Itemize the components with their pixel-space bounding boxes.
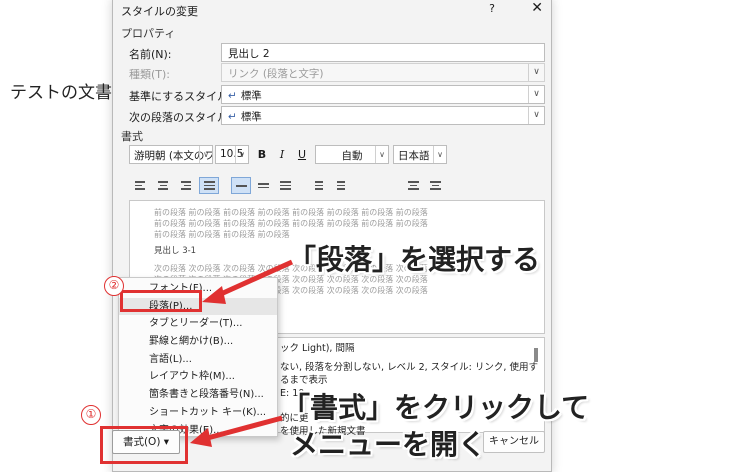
arrow-head-paragraph: [202, 286, 226, 304]
arrow-to-paragraph: [210, 259, 294, 301]
callout-select-paragraph: 「段落」を選択する: [288, 243, 541, 276]
callout-click-format: 「書式」をクリックして: [282, 391, 590, 424]
arrow-to-format-button: [199, 415, 283, 443]
callout-open-menu: メニューを開く: [290, 428, 487, 461]
arrow-head-format: [190, 428, 212, 447]
